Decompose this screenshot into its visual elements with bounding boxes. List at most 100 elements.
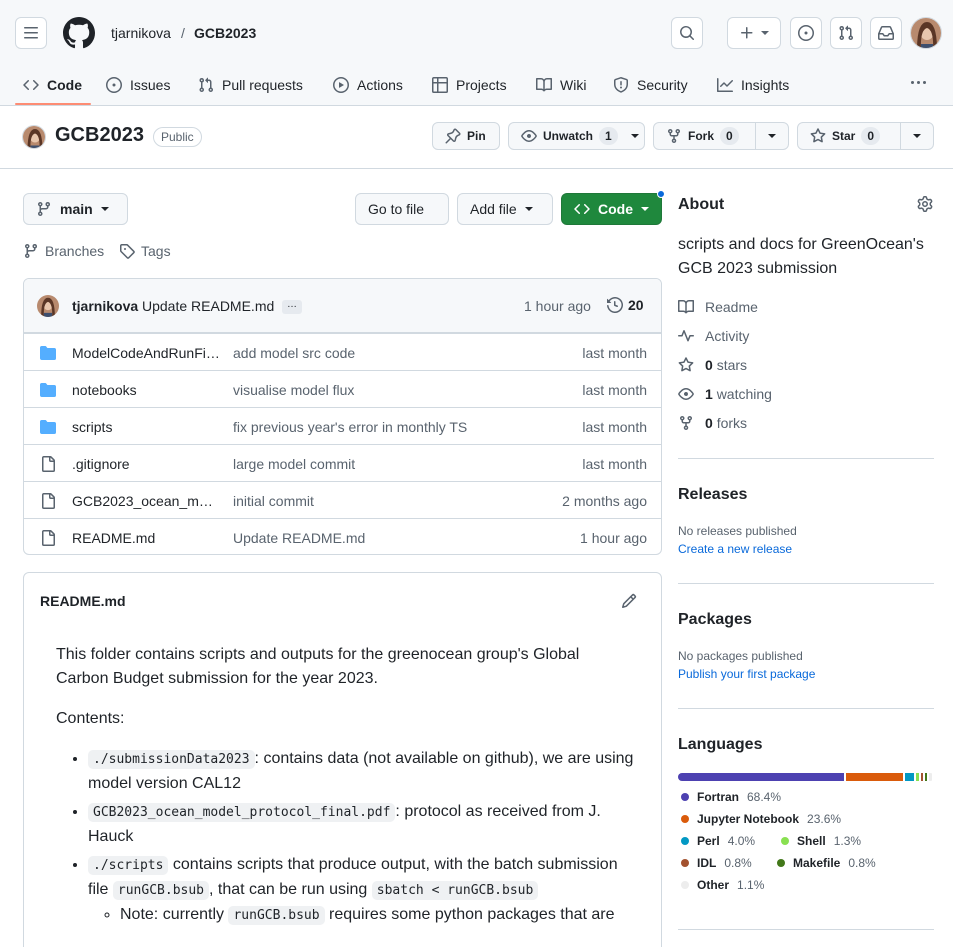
activity-link[interactable]: Activity	[678, 328, 749, 344]
commit-author[interactable]: tjarnikova	[72, 298, 138, 314]
breadcrumb-repo[interactable]: GCB2023	[194, 25, 256, 41]
star-dropdown[interactable]	[899, 123, 933, 149]
tab-projects-label: Projects	[456, 77, 507, 93]
readme-link[interactable]: Readme	[678, 299, 758, 315]
tab-issues[interactable]: Issues	[106, 64, 170, 106]
stars-link[interactable]: 0 stars	[678, 357, 747, 373]
file-row[interactable]: notebooks visualise model flux last mont…	[24, 370, 661, 407]
publish-package-link[interactable]: Publish your first package	[678, 667, 815, 681]
language-item[interactable]: IDL 0.8%	[681, 856, 752, 870]
menu-button[interactable]	[15, 17, 47, 49]
create-release-link[interactable]: Create a new release	[678, 542, 792, 556]
add-file-button[interactable]: Add file	[457, 193, 553, 225]
file-name[interactable]: scripts	[72, 419, 220, 435]
forks-count: 0	[705, 415, 713, 431]
shield-icon	[614, 77, 628, 93]
tab-insights[interactable]: Insights	[717, 64, 789, 106]
tab-security[interactable]: Security	[613, 64, 688, 106]
code-button[interactable]: Code	[561, 193, 662, 225]
owner-avatar[interactable]	[22, 125, 46, 149]
file-commit-message[interactable]: large model commit	[233, 456, 355, 472]
file-row[interactable]: .gitignore large model commit last month	[24, 444, 661, 481]
inbox-icon	[878, 26, 894, 40]
readme-panel: README.md This folder contains scripts a…	[23, 572, 662, 947]
file-name[interactable]: .gitignore	[72, 456, 220, 472]
plus-icon	[741, 27, 753, 39]
branches-link[interactable]: Branches	[23, 243, 104, 259]
language-percent: 68.4%	[747, 790, 782, 804]
tab-actions[interactable]: Actions	[333, 64, 403, 106]
readme-sublist: Note: currently runGCB.bsub requires som…	[88, 903, 636, 928]
search-button[interactable]	[671, 17, 703, 49]
fork-dropdown[interactable]	[754, 123, 788, 149]
file-commit-message[interactable]: initial commit	[233, 493, 314, 509]
file-row[interactable]: GCB2023_ocean_model_protocol_final.pdf i…	[24, 481, 661, 518]
file-name[interactable]: README.md	[72, 530, 220, 546]
create-new-button[interactable]	[727, 17, 781, 49]
packages-heading[interactable]: Packages	[678, 611, 752, 629]
inline-code: ./submissionData2023	[88, 750, 255, 769]
file-name[interactable]: GCB2023_ocean_model_protocol_final.pdf	[72, 493, 220, 509]
user-avatar[interactable]	[910, 17, 942, 49]
github-logo-icon[interactable]	[63, 17, 95, 49]
chevron-down-icon	[761, 31, 769, 35]
your-issues-button[interactable]	[790, 17, 822, 49]
breadcrumb-separator: /	[181, 25, 185, 41]
issue-icon	[106, 77, 122, 93]
edit-about-button[interactable]	[917, 196, 933, 212]
watchers-link[interactable]: 1 watching	[678, 386, 772, 402]
fork-button[interactable]: Fork 0	[653, 122, 789, 150]
gear-icon	[917, 196, 933, 212]
tab-wiki[interactable]: Wiki	[536, 64, 586, 106]
releases-heading[interactable]: Releases	[678, 486, 747, 504]
forks-link[interactable]: 0 forks	[678, 415, 747, 431]
repo-name[interactable]: GCB2023	[55, 124, 144, 147]
go-to-file-button[interactable]: Go to file	[355, 193, 449, 225]
language-color-dot	[681, 859, 689, 867]
file-commit-message[interactable]: Update README.md	[233, 530, 365, 546]
more-tabs-button[interactable]	[906, 71, 930, 93]
commit-time: 1 hour ago	[524, 298, 591, 314]
your-pull-requests-button[interactable]	[830, 17, 862, 49]
language-item[interactable]: Shell 1.3%	[781, 834, 861, 848]
file-commit-message[interactable]: add model src code	[233, 345, 355, 361]
go-to-file-label: Go to file	[368, 201, 425, 217]
commit-author-avatar[interactable]	[37, 295, 59, 317]
tab-projects[interactable]: Projects	[432, 64, 507, 106]
file-row[interactable]: scripts fix previous year's error in mon…	[24, 407, 661, 444]
language-item[interactable]: Other 1.1%	[681, 878, 764, 892]
header-top-row: tjarnikova / GCB2023	[0, 0, 953, 64]
pin-button[interactable]: Pin	[432, 122, 500, 150]
language-item[interactable]: Makefile 0.8%	[777, 856, 876, 870]
commit-history-link[interactable]: 20	[607, 297, 644, 313]
tab-pull-requests[interactable]: Pull requests	[198, 64, 303, 106]
tags-label: Tags	[141, 243, 171, 259]
file-commit-message[interactable]: visualise model flux	[233, 382, 354, 398]
file-row[interactable]: ModelCodeAndRunFiles add model src code …	[24, 333, 661, 370]
file-name[interactable]: notebooks	[72, 382, 220, 398]
commit-expand-button[interactable]: …	[282, 300, 302, 314]
language-item[interactable]: Perl 4.0%	[681, 834, 755, 848]
star-button[interactable]: Star 0	[797, 122, 934, 150]
watch-button[interactable]: Unwatch 1	[508, 122, 645, 150]
divider	[678, 583, 934, 584]
tab-code[interactable]: Code	[23, 64, 82, 106]
commit-message[interactable]: Update README.md	[142, 298, 274, 314]
file-row[interactable]: README.md Update README.md 1 hour ago	[24, 518, 661, 554]
tags-link[interactable]: Tags	[119, 243, 171, 259]
watching-label: watching	[716, 386, 772, 402]
language-item[interactable]: Jupyter Notebook 23.6%	[681, 812, 841, 826]
language-item[interactable]: Fortran 68.4%	[681, 790, 781, 804]
file-commit-message[interactable]: fix previous year's error in monthly TS	[233, 419, 467, 435]
branch-select[interactable]: main	[23, 193, 128, 225]
fork-icon	[668, 129, 680, 144]
pulse-icon	[678, 330, 694, 342]
breadcrumb-owner[interactable]: tjarnikova	[111, 25, 171, 41]
book-icon	[678, 299, 694, 314]
watching-count: 1	[705, 386, 713, 402]
readme-title[interactable]: README.md	[40, 593, 126, 609]
file-name[interactable]: ModelCodeAndRunFiles	[72, 345, 220, 361]
notifications-button[interactable]	[870, 17, 902, 49]
edit-readme-button[interactable]	[621, 593, 637, 609]
history-icon	[607, 297, 623, 313]
